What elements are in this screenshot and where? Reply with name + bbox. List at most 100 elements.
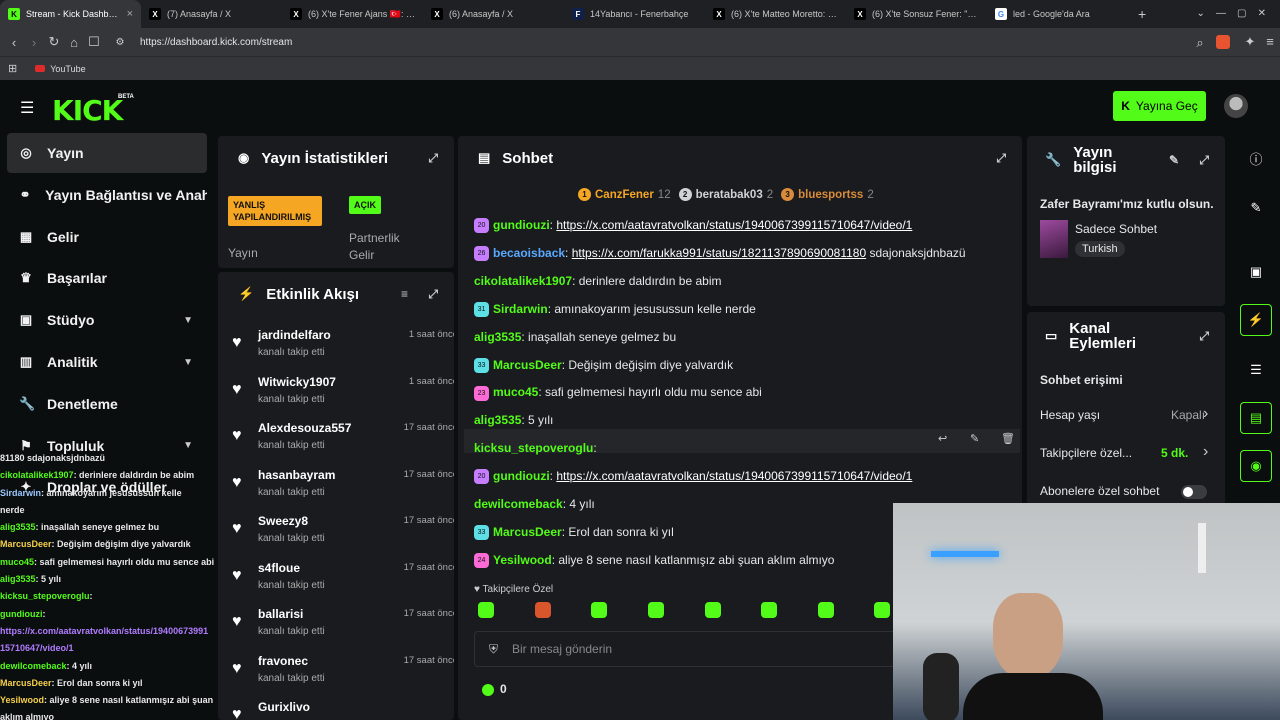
expand-icon[interactable]: ⤢ [1199, 329, 1209, 344]
url-field[interactable]: https://dashboard.kick.com/stream [140, 37, 292, 48]
chat-message[interactable]: 23 muco45: safi gelmemesi hayırlı oldu mu… [474, 383, 1004, 401]
back-icon[interactable]: ‹ [4, 35, 24, 50]
chat-username[interactable]: dewilcomeback [474, 497, 563, 511]
browser-tab[interactable]: Gled - Google'da Ara [987, 0, 1128, 28]
expand-icon[interactable]: ⤢ [428, 151, 438, 166]
close-tab-icon[interactable]: × [127, 8, 133, 20]
info-icon[interactable]: ⓘ [1240, 142, 1272, 174]
chat-username[interactable]: cikolatalikek1907 [474, 274, 572, 288]
chat-username[interactable]: MarcusDeer [493, 358, 562, 372]
chat-message[interactable]: 31 Sirdarwin: amınakoyarım jesusussun kel… [474, 300, 1004, 318]
browser-tab[interactable]: X (6) X'te Fener Ajans 🇹🇷: "Fabriz [282, 0, 423, 28]
actions-icon[interactable]: ◉ [1240, 450, 1272, 482]
browser-tab[interactable]: K Stream - Kick Dashboard × [0, 0, 141, 28]
browser-tab[interactable]: X (6) X'te Sonsuz Fener: "STADY [846, 0, 987, 28]
forward-icon[interactable]: › [24, 35, 44, 50]
menu-icon[interactable]: ≡ [1260, 34, 1280, 49]
edit-icon[interactable]: ✎ [1240, 192, 1272, 224]
chat-link[interactable]: https://x.com/aatavratvolkan/status/1940… [556, 469, 912, 483]
bookmark-youtube[interactable]: YouTube [50, 64, 85, 74]
chat-username[interactable]: kicksu_stepoveroglu [474, 441, 593, 455]
chat-username[interactable]: muco45 [493, 385, 538, 399]
menu-toggle-icon[interactable]: ☰ [20, 98, 34, 118]
chat-input[interactable]: ⛨ Bir mesaj gönderin [474, 631, 914, 667]
activity-item[interactable]: ♥ fravonec kanalı takip etti 17 saat önce [228, 650, 454, 696]
new-tab-icon[interactable]: + [1138, 6, 1146, 22]
emote[interactable] [761, 602, 777, 618]
activity-item[interactable]: ♥ jardindelfaro kanalı takip etti 1 saat ön… [228, 324, 454, 370]
chat-message[interactable]: 20 gundiouzi: https://x.com/aatavratvolka… [474, 467, 1004, 485]
top-gifter[interactable]: 3 bluesportss 2 [781, 188, 874, 201]
chat-username[interactable]: becaoisback [493, 246, 565, 260]
emote[interactable] [478, 602, 494, 618]
sidebar-item[interactable]: 🔧 Denetleme [7, 384, 207, 424]
sidebar-item[interactable]: ▣ Stüdyo ▼ [7, 300, 207, 340]
sidebar-item[interactable]: ▦ Gelir [7, 217, 207, 257]
activity-item[interactable]: ♥ Alexdesouza557 kanalı takip etti 17 saat … [228, 417, 454, 463]
browser-tab[interactable]: X (6) Anasayfa / X [423, 0, 564, 28]
go-live-button[interactable]: K Yayına Geç [1113, 91, 1206, 121]
chat-message[interactable]: kicksu_stepoveroglu: [474, 439, 1004, 457]
emote[interactable] [591, 602, 607, 618]
activity-item[interactable]: ♥ s4floue kanalı takip etti 17 saat önce [228, 557, 454, 603]
activity-item[interactable]: ♥ Witwicky1907 kanalı takip etti 1 saat önc… [228, 371, 454, 417]
chat-username[interactable]: gundiouzi [493, 469, 550, 483]
sidebar-item[interactable]: ♛ Başarılar [7, 258, 207, 298]
activity-time: 17 saat önce [403, 654, 454, 666]
emote[interactable] [648, 602, 664, 618]
activity-item[interactable]: ♥ hasanbayram kanalı takip etti 17 saat önc… [228, 464, 454, 510]
kick-logo[interactable]: KICK [52, 94, 123, 127]
home-icon[interactable]: ⌂ [64, 35, 84, 50]
toggle-switch[interactable] [1181, 485, 1207, 499]
emote[interactable] [818, 602, 834, 618]
emote[interactable] [705, 602, 721, 618]
browser-tab[interactable]: X (6) X'te Matteo Moretto: "El A [705, 0, 846, 28]
filter-icon[interactable]: ≡ [401, 287, 408, 301]
expand-icon[interactable]: ⤢ [1199, 153, 1209, 168]
chat-message[interactable]: 26 becaoisback: https://x.com/farukka991/… [474, 244, 1004, 262]
browser-tab[interactable]: F 14Yabancı - Fenerbahçe [564, 0, 705, 28]
site-info-icon[interactable]: ⚙ [110, 37, 130, 48]
activity-icon[interactable]: ⚡ [1240, 304, 1272, 336]
setting-value[interactable]: 5 dk. [1161, 446, 1188, 460]
emote[interactable] [535, 602, 551, 618]
sidebar-item[interactable]: ◎ Yayın [7, 133, 207, 173]
bookmark-icon[interactable]: ☐ [84, 34, 104, 50]
activity-item[interactable]: ♥ Gurixlivo [228, 696, 454, 720]
edit-icon[interactable]: ✎ [1169, 153, 1179, 167]
apps-grid-icon[interactable]: ⊞ [8, 62, 17, 75]
expand-icon[interactable]: ⤢ [428, 287, 438, 302]
chat-username[interactable]: MarcusDeer [493, 525, 562, 539]
user-avatar[interactable] [1224, 94, 1248, 118]
popout-icon[interactable]: ⤢ [996, 151, 1006, 166]
zoom-icon[interactable]: ⌕ [1190, 35, 1210, 51]
setting-value[interactable]: Kapalı [1171, 408, 1205, 422]
chat-message[interactable]: cikolatalikek1907: derinlere daldırdın b… [474, 272, 1004, 290]
top-gifter[interactable]: 1 CanzFener 12 [578, 188, 671, 201]
activity-item[interactable]: ♥ Sweezy8 kanalı takip etti 17 saat önce [228, 510, 454, 556]
reload-icon[interactable]: ↻ [44, 34, 64, 50]
top-gifter[interactable]: 2 beratabak03 2 [678, 188, 773, 201]
chat-username[interactable]: Yesilwood [493, 553, 552, 567]
chat-username[interactable]: alig3535 [474, 413, 521, 427]
browser-tab[interactable]: X (7) Anasayfa / X [141, 0, 282, 28]
extensions-icon[interactable]: ✦ [1240, 34, 1260, 50]
chat-message[interactable]: alig3535: 5 yılı [474, 411, 1004, 429]
chat-message[interactable]: 20 gundiouzi: https://x.com/aatavratvolka… [474, 216, 1004, 234]
list-icon[interactable]: ☰ [1240, 354, 1272, 386]
chat-link[interactable]: https://x.com/aatavratvolkan/status/1940… [556, 218, 912, 232]
sidebar-item[interactable]: ⚭ Yayın Bağlantısı ve Anahtarı [7, 175, 207, 215]
preview-icon[interactable]: ▣ [1240, 256, 1272, 288]
sidebar-item[interactable]: ▥ Analitik ▼ [7, 342, 207, 382]
activity-item[interactable]: ♥ ballarisi kanalı takip etti 17 saat önce [228, 603, 454, 649]
chat-message[interactable]: alig3535: inaşallah seneye gelmez bu [474, 328, 1004, 346]
chat-username[interactable]: alig3535 [474, 330, 521, 344]
emote[interactable] [874, 602, 890, 618]
chat-username[interactable]: Sirdarwin [493, 302, 548, 316]
brave-shield-icon[interactable] [1216, 35, 1230, 49]
chat-link[interactable]: https://x.com/farukka991/status/18211378… [572, 246, 866, 260]
window-controls[interactable]: ⌄ — ▢ ✕ [1196, 8, 1266, 19]
chat-message[interactable]: 33 MarcusDeer: Değişim değişim diye yalva… [474, 356, 1004, 374]
chat-icon[interactable]: ▤ [1240, 402, 1272, 434]
chat-username[interactable]: gundiouzi [493, 218, 550, 232]
